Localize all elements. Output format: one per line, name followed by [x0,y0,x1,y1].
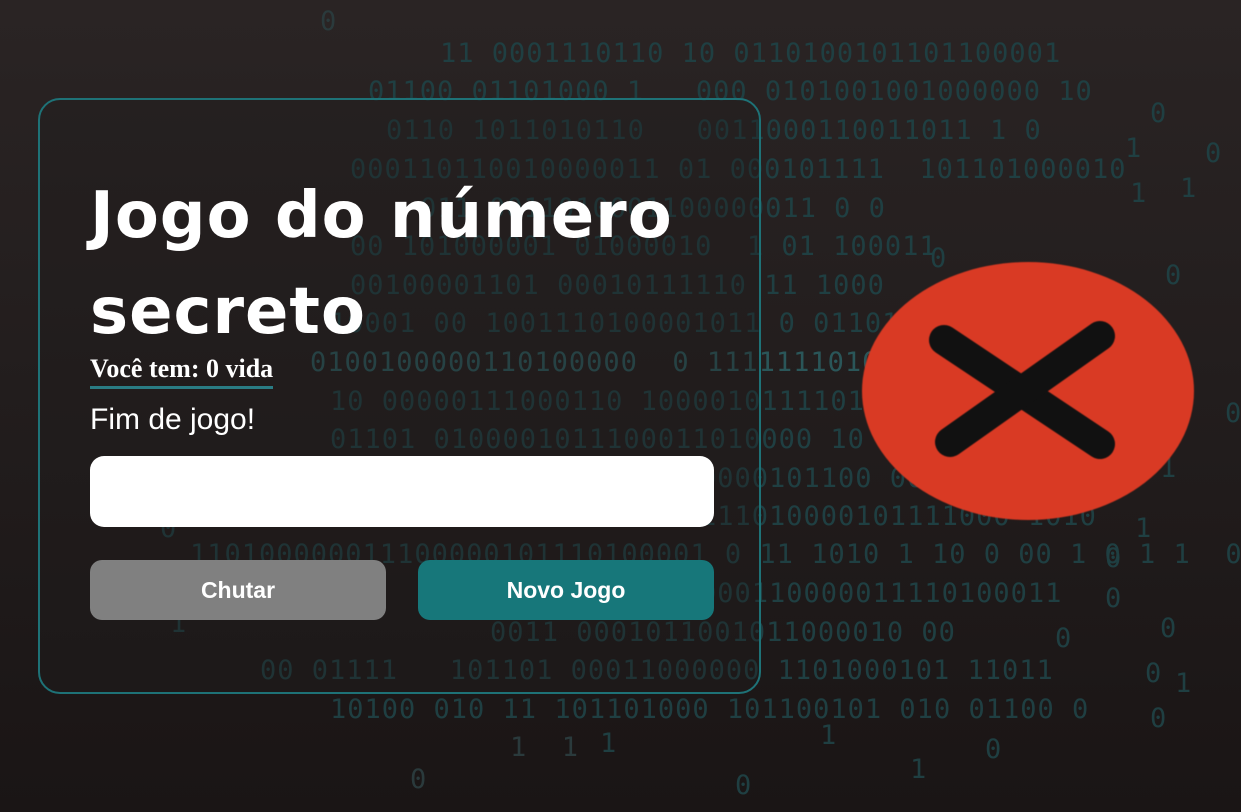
binary-row: 1 1 [510,732,580,763]
lives-counter: Você tem: 0 vida [90,352,274,389]
binary-digit: 0 [735,770,753,801]
binary-digit: 1 [820,720,838,751]
new-game-button[interactable]: Novo Jogo [418,560,714,620]
guess-input[interactable] [90,456,714,527]
binary-digit: 0 [1160,613,1178,644]
binary-digit: 0 [1150,703,1168,734]
binary-digit: 0 [1105,583,1123,614]
binary-row: 10100 010 11 101101000 101100101 010 011… [330,694,1090,725]
binary-digit: 0 [1145,658,1163,689]
binary-digit: 1 [600,728,618,759]
binary-digit: 1 [1130,178,1148,209]
binary-digit: 1 [1125,133,1143,164]
binary-digit: 1 [910,754,928,785]
binary-row: 0 [320,6,338,37]
binary-digit: 0 [1205,138,1223,169]
game-container: Jogo do número secreto Você tem: 0 vida … [38,98,761,694]
binary-digit: 0 [1150,98,1168,129]
page-title: Jogo do número secreto [90,179,673,349]
binary-digit: 1 [1180,173,1198,204]
binary-digit: 0 [1225,398,1241,429]
binary-row: 0 [410,764,428,795]
binary-digit: 0 [985,734,1003,765]
binary-digit: 1 [1175,668,1193,699]
error-x-icon [862,262,1194,520]
x-mark-icon [929,321,1115,459]
binary-row: 11 0001110110 10 0110100101101100001 [440,38,1062,69]
game-message: Fim de jogo! [90,403,256,436]
guess-button[interactable]: Chutar [90,560,386,620]
binary-digit: 0 [1055,623,1073,654]
binary-digit: 0 [1105,543,1123,574]
